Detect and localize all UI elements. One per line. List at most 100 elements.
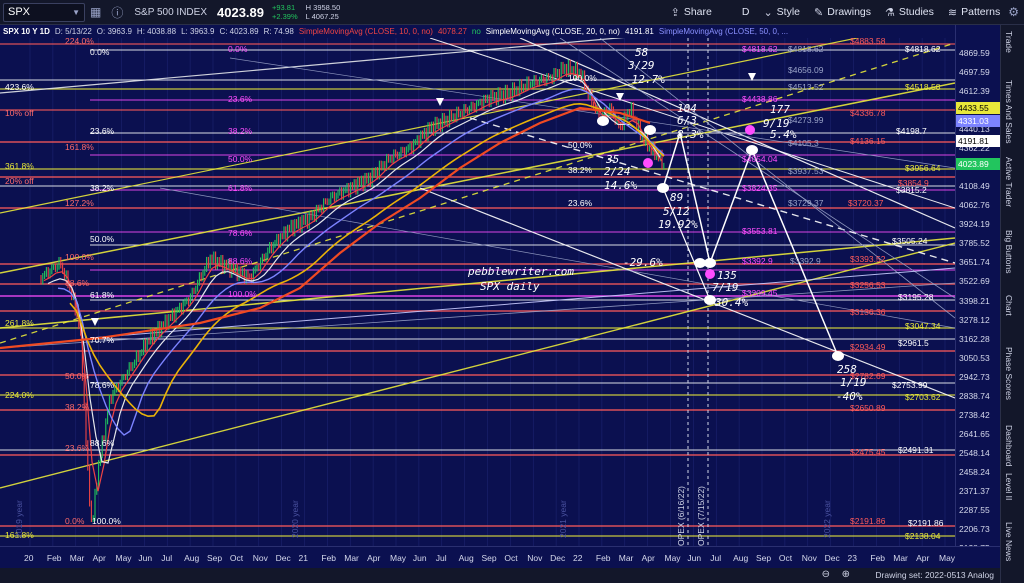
price-tag-label: $3392.9	[790, 256, 821, 266]
fib-label: 61.8%	[228, 183, 253, 193]
watermark-text: SPX daily	[480, 280, 540, 293]
zoom-out-icon[interactable]: ⊖	[822, 569, 830, 580]
bar-low: L: 3963.9	[181, 27, 215, 36]
fib-label: 20% off	[5, 176, 34, 186]
period-label: D	[741, 6, 750, 18]
share-label: Share	[683, 6, 712, 18]
time-axis-label: Sep	[756, 553, 772, 563]
fib-label: 50.0%	[568, 140, 593, 150]
studies-button[interactable]: ⚗ Studies	[885, 6, 934, 19]
time-axis-label: May	[390, 553, 407, 563]
time-axis-label: Jul	[435, 553, 447, 563]
sma50-label: SimpleMovingAvg (CLOSE, 50, 0, ...	[658, 27, 789, 36]
fib-label: 23.6%	[228, 94, 253, 104]
price-tag-label: $3956.64	[905, 163, 941, 173]
fib-label: 0.0%	[65, 516, 85, 526]
time-axis-label: Jun	[687, 553, 702, 563]
share-button[interactable]: ⇪ Share	[671, 6, 712, 19]
annotation-text: 58	[635, 46, 649, 59]
price-tag-label: $4518.58	[905, 82, 941, 92]
time-axis-label: Feb	[870, 553, 886, 563]
fib-label: 88.6%	[90, 438, 115, 448]
tab-live-news[interactable]: Live News	[1004, 522, 1014, 561]
pivot-marker	[705, 269, 715, 279]
index-name: S&P 500 INDEX	[134, 6, 207, 18]
bar-date: D: 5/13/22	[54, 27, 92, 36]
settings-icon[interactable]: ⚙	[1008, 5, 1019, 19]
fib-label: 361.8%	[5, 161, 34, 171]
price-tag-label: $4054.04	[742, 154, 778, 164]
fib-label: 261.8%	[5, 318, 34, 328]
tab-big-buttons[interactable]: Big Buttons	[1004, 230, 1014, 273]
price-tag-label: $2961.5	[898, 338, 929, 348]
time-axis-label: Oct	[504, 553, 518, 563]
tab-trade[interactable]: Trade	[1004, 31, 1014, 53]
style-button[interactable]: ⌄ Style	[763, 6, 800, 19]
arrow-down-icon	[91, 318, 99, 326]
tab-active-trader[interactable]: Active Trader	[1004, 157, 1014, 207]
trend-line	[159, 187, 955, 329]
time-axis-label: Dec	[275, 553, 291, 563]
price-axis-label: 2548.14	[959, 447, 990, 458]
patterns-label: Patterns	[961, 6, 1001, 18]
price-axis-label: 2206.73	[959, 523, 990, 534]
sma20-label: SimpleMovingAvg (CLOSE, 20, 0, no)	[485, 27, 620, 36]
time-axis-label: May	[664, 553, 681, 563]
pivot-marker	[745, 125, 755, 135]
patterns-button[interactable]: ≋ Patterns	[948, 6, 1000, 19]
price-axis-label: 4869.59	[959, 48, 990, 58]
tab-dashboard[interactable]: Dashboard	[1004, 425, 1014, 467]
pivot-marker	[694, 258, 706, 268]
drawings-button[interactable]: ✎ Drawings	[814, 6, 871, 19]
tab-chart[interactable]: Chart	[1004, 295, 1014, 316]
annotation-text: 14.6%	[604, 179, 637, 192]
fib-label: 70.7%	[90, 335, 115, 345]
annotation-text: 2/24	[604, 165, 631, 178]
price-tag-label: $3937.53	[788, 166, 824, 176]
price-axis-label: 3522.69	[959, 276, 990, 287]
tab-times-and-sales[interactable]: Times And Sales	[1004, 80, 1014, 143]
pencil-icon: ✎	[814, 6, 824, 19]
time-axis-label: 23	[847, 553, 857, 563]
time-axis-label: 22	[573, 553, 583, 563]
pivot-marker	[657, 183, 669, 193]
time-axis-label: Mar	[344, 553, 359, 563]
tab-phase-scores[interactable]: Phase Scores	[1004, 347, 1014, 400]
annotation-text: -40%	[836, 390, 863, 403]
info-icon[interactable]: ⓘ	[111, 4, 123, 21]
zoom-in-icon[interactable]: ⊕	[842, 569, 850, 580]
price-tag-label: $3047.34	[905, 321, 941, 331]
fib-label: 161.8%	[65, 142, 94, 152]
annotation-text: 1/19	[840, 376, 867, 389]
price-tag-label: $2753.99	[892, 380, 928, 390]
fib-label: 23.6%	[90, 126, 115, 136]
price-tag-label: $3720.37	[848, 198, 884, 208]
change-pct: +2.39%	[272, 12, 298, 21]
fib-label: 38.2%	[90, 183, 115, 193]
symbol-selector[interactable]: SPX ▼	[3, 2, 85, 22]
tab-level-ii[interactable]: Level II	[1004, 473, 1014, 500]
fib-label: 38.2%	[568, 165, 593, 175]
sma20-value: 4191.81	[624, 27, 654, 36]
price-axis[interactable]: 4869.594697.594612.394527.914440.134362.…	[955, 25, 1000, 553]
time-axis[interactable]: 20 Feb Mar Apr May Jun Jul Aug Sep Oct Nov Dec 21 Feb…	[0, 546, 1000, 568]
price-axis-label: 3924.19	[959, 219, 990, 230]
annotation-text: 3/29	[627, 59, 655, 72]
price-tag-label: $4818.62	[905, 44, 941, 54]
trend-line	[0, 237, 955, 329]
high-low-box: H 3958.50 L 4067.25	[306, 3, 341, 21]
price-tag-label: $3392.9	[742, 256, 773, 266]
fib-label: 50.0%	[90, 234, 115, 244]
grid-icon[interactable]: ▦	[90, 5, 101, 19]
price-axis-label: 4612.39	[959, 86, 990, 97]
price-axis-label: 3278.12	[959, 314, 990, 325]
price-chart[interactable]: 224.0% 0.0% 423.6% 10% off 23.6% 161.8% 361.8%…	[0, 38, 955, 546]
price-axis-label: 2942.73	[959, 371, 990, 382]
time-axis-label: Feb	[595, 553, 611, 563]
low-value: L 4067.25	[305, 12, 339, 21]
period-button[interactable]: D	[742, 6, 750, 18]
chevron-down-icon: ⌄	[763, 6, 773, 19]
price-tag-label: $3505.24	[892, 236, 928, 246]
annotation-text: -29.6%	[623, 256, 663, 269]
price-axis-label: 3398.21	[959, 295, 990, 306]
